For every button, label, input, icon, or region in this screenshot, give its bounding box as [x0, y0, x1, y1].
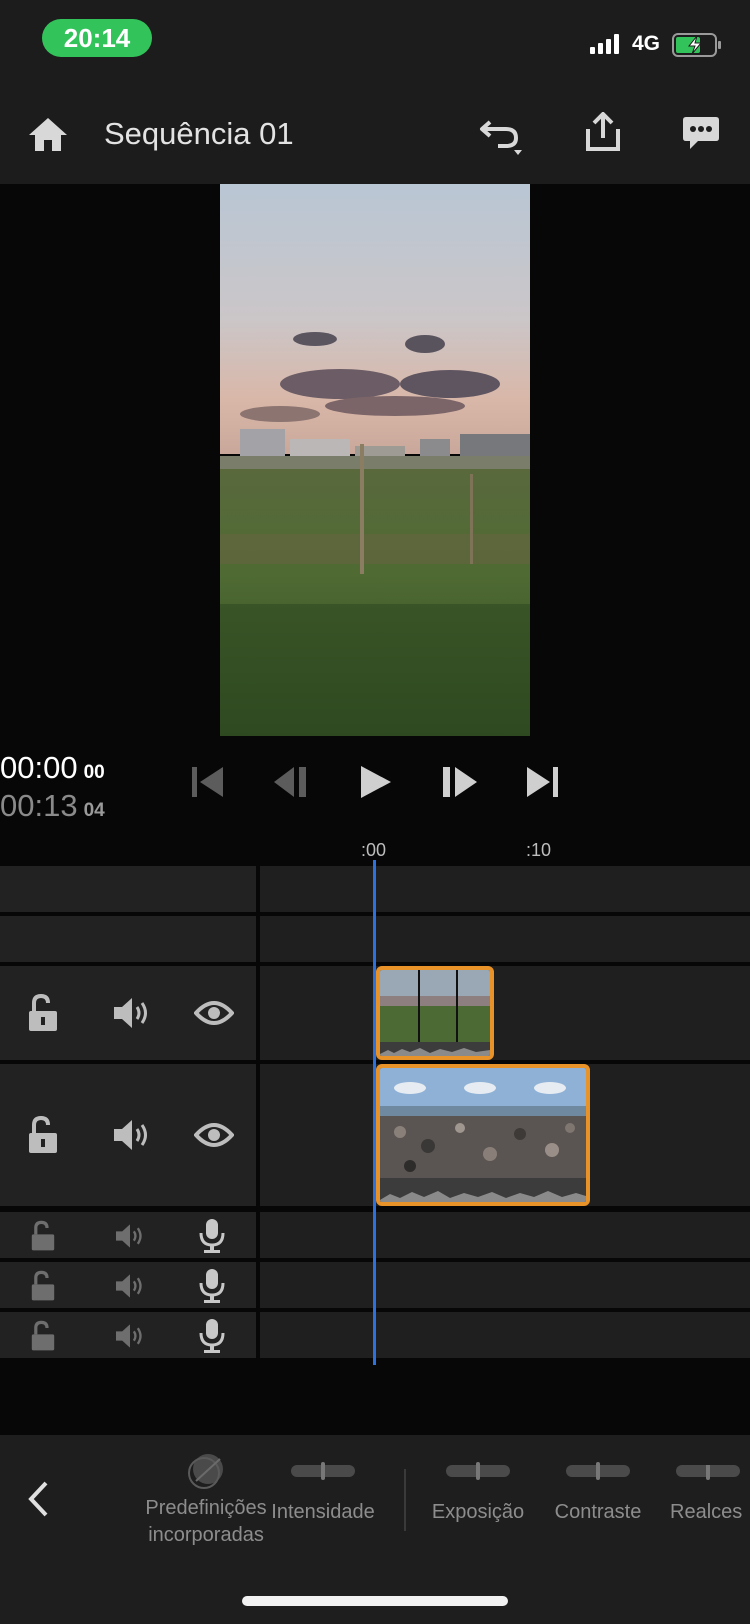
- video-track-header: [0, 1064, 256, 1206]
- play-icon[interactable]: [358, 764, 394, 800]
- video-clip[interactable]: [376, 966, 494, 1060]
- tool-contrast[interactable]: Contraste: [546, 1462, 650, 1524]
- toolbar-divider: [404, 1469, 406, 1531]
- speaker-icon[interactable]: [112, 1272, 148, 1300]
- speaker-icon[interactable]: [112, 1322, 148, 1350]
- tool-exposure-label: Exposição: [431, 1501, 525, 1523]
- audio-track-header: [0, 1312, 256, 1358]
- audio-track-lane[interactable]: [260, 1212, 750, 1258]
- ruler-tick: :10: [526, 840, 552, 860]
- speaker-icon[interactable]: [112, 995, 152, 1031]
- track-header-empty: [0, 866, 256, 912]
- presets-icon: [188, 1454, 223, 1489]
- undo-icon[interactable]: [478, 116, 526, 156]
- slider-icon: [291, 1462, 355, 1480]
- video-clip[interactable]: [376, 1064, 590, 1206]
- playhead[interactable]: [373, 860, 376, 1365]
- track-lane-empty[interactable]: [260, 866, 750, 912]
- clip-thumbnail: [380, 970, 490, 1056]
- cellular-signal-icon: [590, 34, 619, 54]
- network-type: 4G: [632, 32, 661, 55]
- status-bar: 20:14 4G: [0, 0, 750, 80]
- audio-track-header: [0, 1212, 256, 1258]
- microphone-icon[interactable]: [198, 1218, 226, 1254]
- home-icon[interactable]: [27, 116, 69, 152]
- unlock-icon[interactable]: [28, 1220, 58, 1252]
- video-track-lane[interactable]: [260, 966, 750, 1060]
- video-track-lane[interactable]: [260, 1064, 750, 1206]
- microphone-icon[interactable]: [198, 1318, 226, 1354]
- app-header: Sequência 01: [0, 80, 750, 184]
- ruler-tick: :00: [361, 840, 387, 860]
- tool-intensity-label: Intensidade: [271, 1501, 375, 1523]
- track-lane-empty[interactable]: [260, 916, 750, 962]
- tool-intensity[interactable]: Intensidade: [262, 1462, 384, 1524]
- tool-contrast-label: Contraste: [554, 1501, 642, 1523]
- unlock-icon[interactable]: [28, 1270, 58, 1302]
- audio-track-lane[interactable]: [260, 1262, 750, 1308]
- battery-charging-icon: [672, 33, 721, 57]
- status-time: 20:14: [42, 19, 152, 57]
- unlock-icon[interactable]: [26, 993, 60, 1033]
- current-timecode: 00:00 00: [0, 750, 105, 785]
- speaker-icon[interactable]: [112, 1117, 152, 1153]
- sequence-title[interactable]: Sequência 01: [104, 116, 294, 152]
- tool-exposure[interactable]: Exposição: [424, 1462, 532, 1524]
- home-indicator[interactable]: [242, 1596, 508, 1606]
- skip-to-end-icon[interactable]: [524, 764, 560, 800]
- audio-track-header: [0, 1262, 256, 1308]
- microphone-icon[interactable]: [198, 1268, 226, 1304]
- clip-thumbnail: [380, 1068, 586, 1202]
- preview-frame-image: [220, 184, 530, 736]
- tool-highlights-label: Realces: [670, 1501, 743, 1523]
- eye-icon[interactable]: [194, 1121, 234, 1149]
- video-preview[interactable]: [0, 184, 750, 862]
- unlock-icon[interactable]: [28, 1320, 58, 1352]
- track-header-empty: [0, 916, 256, 962]
- step-back-icon[interactable]: [272, 764, 312, 800]
- slider-icon: [566, 1462, 630, 1480]
- skip-to-start-icon[interactable]: [190, 764, 226, 800]
- unlock-icon[interactable]: [26, 1115, 60, 1155]
- chevron-left-icon[interactable]: [26, 1479, 50, 1519]
- share-icon[interactable]: [584, 112, 622, 152]
- video-track-header: [0, 966, 256, 1060]
- slider-icon: [676, 1465, 740, 1480]
- audio-track-lane[interactable]: [260, 1312, 750, 1358]
- tool-highlights[interactable]: Realces: [668, 1465, 750, 1524]
- eye-icon[interactable]: [194, 999, 234, 1027]
- step-forward-icon[interactable]: [440, 764, 480, 800]
- speaker-icon[interactable]: [112, 1222, 148, 1250]
- duration-timecode: 00:13 04: [0, 788, 105, 823]
- tool-presets-label-2: incorporadas: [148, 1524, 264, 1546]
- slider-icon: [446, 1462, 510, 1480]
- comment-icon[interactable]: [682, 114, 720, 152]
